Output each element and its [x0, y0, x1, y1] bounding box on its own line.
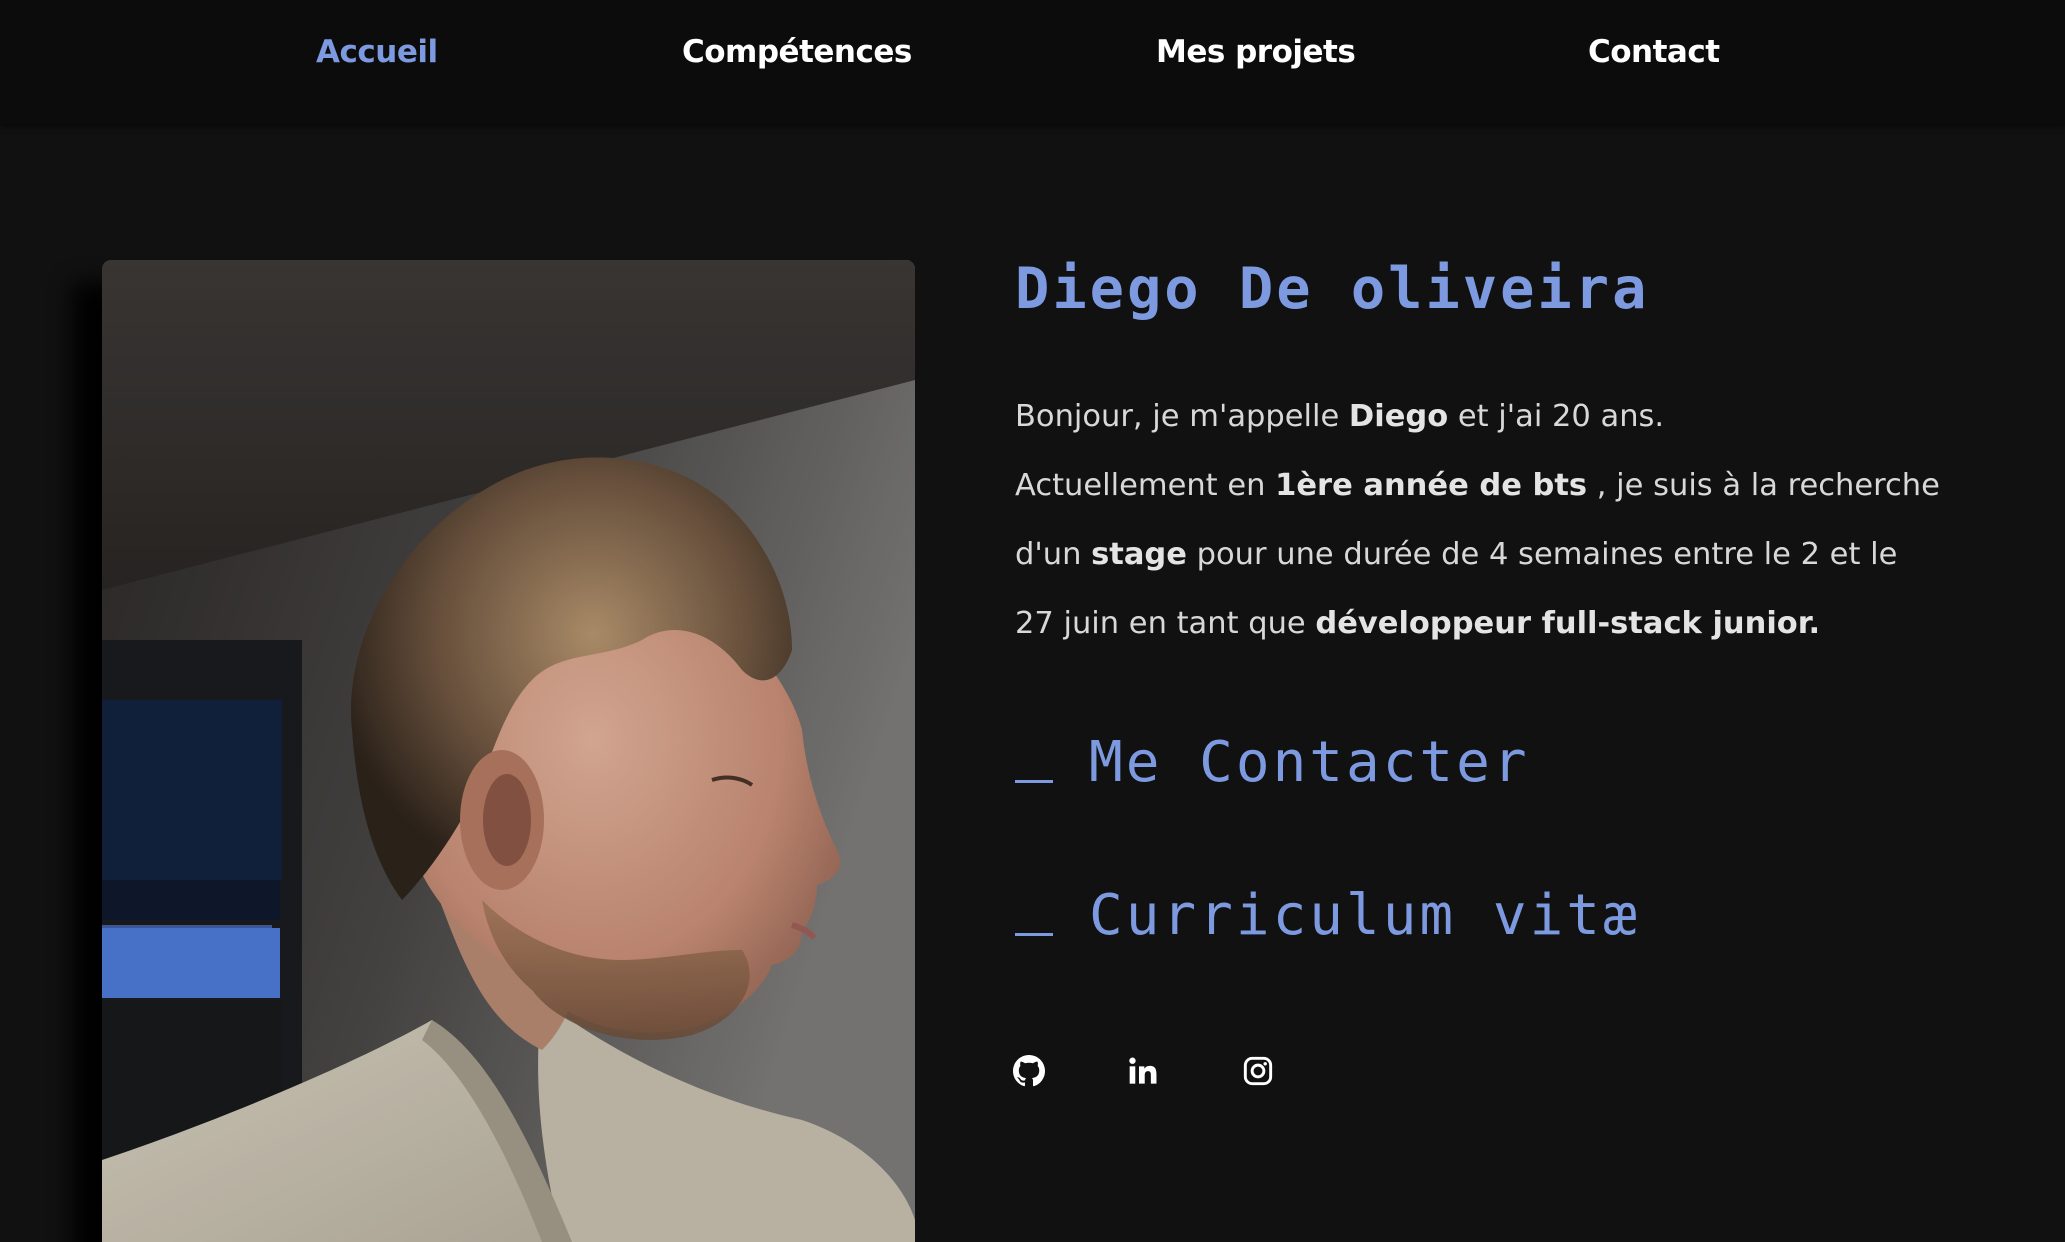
bio-highlight-study: 1ère année de bts [1275, 468, 1588, 503]
bio-line-4: 27 juin en tant que développeur full-sta… [1015, 589, 1955, 658]
profile-photo [102, 260, 915, 1242]
bio-text: 27 juin en tant que [1015, 606, 1316, 641]
bio-line-3: d'un stage pour une durée de 4 semaines … [1015, 520, 1955, 589]
bio-text: Actuellement en [1015, 468, 1276, 503]
bio-text: Bonjour, je m'appelle [1015, 399, 1349, 434]
github-icon[interactable] [1013, 1055, 1045, 1087]
nav-contact[interactable]: Contact [1588, 34, 1720, 70]
bio-line-2: Actuellement en 1ère année de bts , je s… [1015, 451, 1955, 520]
hero-name: Diego De oliveira [1015, 256, 1650, 322]
nav-mes-projets[interactable]: Mes projets [1156, 34, 1356, 70]
hero-bio: Bonjour, je m'appelle Diego et j'ai 20 a… [1015, 382, 1955, 658]
bio-highlight-role: développeur full-stack junior. [1315, 606, 1821, 641]
cv-label: Curriculum vitæ [1089, 883, 1640, 948]
contact-me-label: Me Contacter [1089, 730, 1530, 795]
bio-highlight-name: Diego [1348, 399, 1449, 434]
dash-icon [1015, 780, 1053, 783]
dash-icon [1015, 933, 1053, 936]
linkedin-icon[interactable] [1127, 1055, 1159, 1087]
nav-accueil[interactable]: Accueil [316, 34, 438, 70]
bio-text: , je suis à la recherche [1587, 468, 1940, 503]
nav-competences[interactable]: Compétences [682, 34, 912, 70]
cv-link[interactable]: Curriculum vitæ [1015, 883, 1640, 948]
bio-text: pour une durée de 4 semaines entre le 2 … [1186, 537, 1898, 572]
bio-text: et j'ai 20 ans. [1448, 399, 1665, 434]
instagram-icon[interactable] [1242, 1055, 1274, 1087]
bio-highlight-stage: stage [1091, 537, 1187, 572]
bio-line-1: Bonjour, je m'appelle Diego et j'ai 20 a… [1015, 382, 1955, 451]
bio-text: d'un [1015, 537, 1092, 572]
top-navbar: Accueil Compétences Mes projets Contact [0, 0, 2065, 124]
contact-me-link[interactable]: Me Contacter [1015, 730, 1530, 795]
